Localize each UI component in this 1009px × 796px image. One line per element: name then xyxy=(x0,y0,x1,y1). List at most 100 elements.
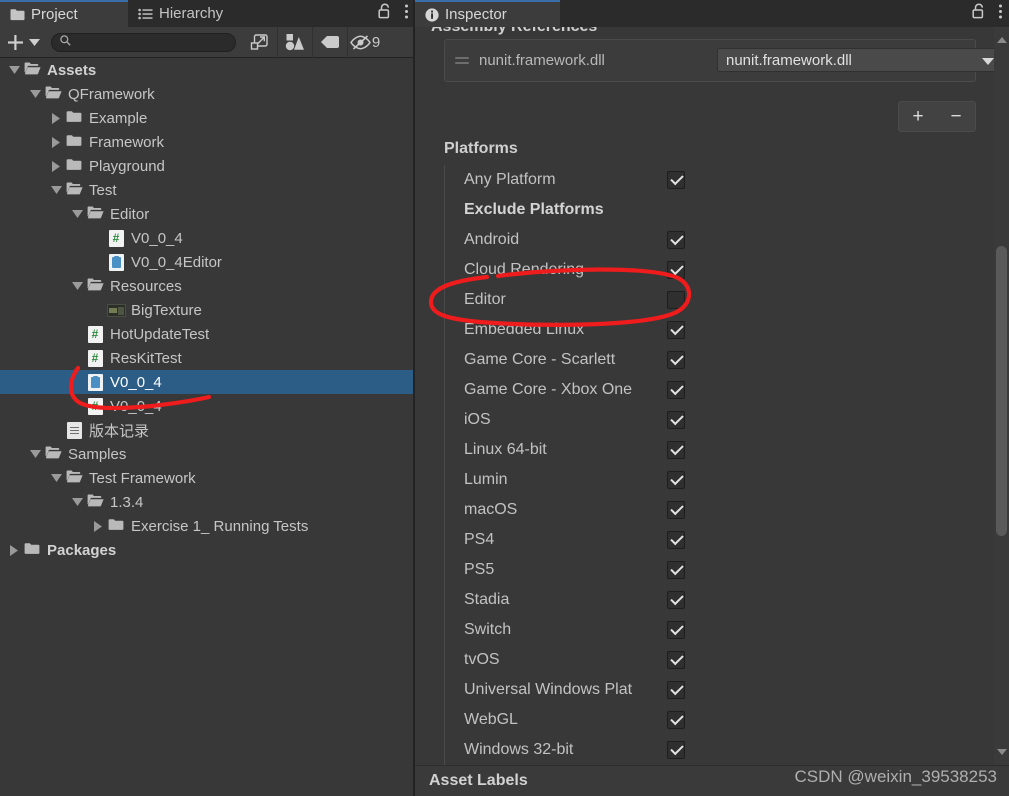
assembly-reference-row[interactable]: nunit.framework.dll nunit.framework.dll xyxy=(445,40,1003,81)
search-input-field[interactable] xyxy=(75,36,225,48)
kebab-menu-icon[interactable] xyxy=(998,3,1003,25)
platform-row[interactable]: Windows 32-bit xyxy=(444,735,976,765)
tree-row[interactable]: # HotUpdateTest xyxy=(0,322,413,346)
tree-row-label: Exercise 1_ Running Tests xyxy=(131,517,309,535)
platform-row[interactable]: Lumin xyxy=(444,465,976,495)
tree-row[interactable]: 版本记录 xyxy=(0,418,413,442)
tree-row[interactable]: V0_0_4 xyxy=(0,370,413,394)
platform-row[interactable]: PS5 xyxy=(444,555,976,585)
platform-row[interactable]: Any Platform xyxy=(444,165,976,195)
platform-checkbox[interactable] xyxy=(667,741,685,759)
twisty-open-icon[interactable] xyxy=(69,202,85,226)
inspector-scrollbar-thumb[interactable] xyxy=(996,246,1007,536)
twisty-open-icon[interactable] xyxy=(69,274,85,298)
twisty-closed-icon[interactable] xyxy=(48,154,64,178)
platform-checkbox[interactable] xyxy=(667,561,685,579)
tree-row[interactable]: Example xyxy=(0,106,413,130)
twisty-open-icon[interactable] xyxy=(48,178,64,202)
tree-row-label: 1.3.4 xyxy=(110,493,144,511)
platform-checkbox[interactable] xyxy=(667,501,685,519)
platform-row[interactable]: iOS xyxy=(444,405,976,435)
platform-checkbox[interactable] xyxy=(667,321,685,339)
platform-row[interactable]: Android xyxy=(444,225,976,255)
tree-row[interactable]: # ResKitTest xyxy=(0,346,413,370)
add-item-button[interactable]: + xyxy=(906,107,929,126)
create-asset-button[interactable] xyxy=(0,31,48,53)
twisty-open-icon[interactable] xyxy=(27,82,43,106)
platform-row[interactable]: WebGL xyxy=(444,705,976,735)
tree-row[interactable]: QFramework xyxy=(0,82,413,106)
platform-checkbox[interactable] xyxy=(667,291,685,309)
tree-row[interactable]: # V0_0_4 xyxy=(0,394,413,418)
remove-item-button[interactable]: − xyxy=(944,107,967,126)
platform-checkbox[interactable] xyxy=(667,351,685,369)
kebab-menu-icon[interactable] xyxy=(404,3,409,25)
platform-checkbox[interactable] xyxy=(667,411,685,429)
platform-checkbox[interactable] xyxy=(667,651,685,669)
project-asset-tree[interactable]: Assets QFramework Example Framework Playgrou… xyxy=(0,58,413,796)
tree-row[interactable]: Test Framework xyxy=(0,466,413,490)
tree-row[interactable]: Exercise 1_ Running Tests xyxy=(0,514,413,538)
platform-row[interactable]: Switch xyxy=(444,615,976,645)
twisty-closed-icon[interactable] xyxy=(6,538,22,562)
tab-inspector[interactable]: Inspector xyxy=(415,0,560,27)
platform-row[interactable]: Editor xyxy=(444,285,976,315)
twisty-closed-icon[interactable] xyxy=(48,130,64,154)
platform-row[interactable]: Universal Windows Plat xyxy=(444,675,976,705)
drag-handle-icon[interactable] xyxy=(455,57,469,64)
twisty-closed-icon[interactable] xyxy=(90,514,106,538)
inspector-scrollbar-track[interactable] xyxy=(995,41,1008,751)
platform-checkbox[interactable] xyxy=(667,591,685,609)
popout-window-icon[interactable] xyxy=(242,27,277,58)
platform-checkbox[interactable] xyxy=(667,621,685,639)
hidden-objects-toggle[interactable]: 9 xyxy=(347,26,382,58)
platform-checkbox[interactable] xyxy=(667,441,685,459)
tree-row[interactable]: Editor xyxy=(0,202,413,226)
platform-row[interactable]: Linux 64-bit xyxy=(444,435,976,465)
platform-row[interactable]: PS4 xyxy=(444,525,976,555)
triangle-down-icon[interactable] xyxy=(997,749,1007,755)
platform-checkbox[interactable] xyxy=(667,381,685,399)
twisty-open-icon[interactable] xyxy=(48,466,64,490)
folder-closed-icon xyxy=(66,134,82,151)
platform-row[interactable]: Embedded Linux xyxy=(444,315,976,345)
platform-checkbox[interactable] xyxy=(667,171,685,189)
tree-row[interactable]: Packages xyxy=(0,538,413,562)
platform-row[interactable]: Cloud Rendering xyxy=(444,255,976,285)
platform-row[interactable]: Game Core - Scarlett xyxy=(444,345,976,375)
platform-checkbox[interactable] xyxy=(667,531,685,549)
twisty-closed-icon[interactable] xyxy=(48,106,64,130)
platform-row[interactable]: Stadia xyxy=(444,585,976,615)
tree-row[interactable]: Framework xyxy=(0,130,413,154)
tree-row-label: V0_0_4 xyxy=(131,229,183,247)
platform-row[interactable]: macOS xyxy=(444,495,976,525)
shapes-filter-icon[interactable] xyxy=(277,26,312,58)
tab-hierarchy[interactable]: Hierarchy xyxy=(128,0,288,27)
tab-project[interactable]: Project xyxy=(0,0,128,27)
lock-open-icon[interactable] xyxy=(378,3,392,24)
tree-row[interactable]: # V0_0_4 xyxy=(0,226,413,250)
platform-checkbox[interactable] xyxy=(667,231,685,249)
tree-row[interactable]: Assets xyxy=(0,58,413,82)
assembly-reference-dropdown[interactable]: nunit.framework.dll xyxy=(717,48,1003,72)
twisty-open-icon[interactable] xyxy=(69,490,85,514)
twisty-open-icon[interactable] xyxy=(6,58,22,82)
platform-row[interactable]: tvOS xyxy=(444,645,976,675)
search-input[interactable] xyxy=(51,32,236,52)
tree-row[interactable]: Resources xyxy=(0,274,413,298)
platform-checkbox[interactable] xyxy=(667,711,685,729)
platform-checkbox[interactable] xyxy=(667,261,685,279)
twisty-open-icon[interactable] xyxy=(27,442,43,466)
tree-row[interactable]: 1.3.4 xyxy=(0,490,413,514)
platform-checkbox[interactable] xyxy=(667,681,685,699)
lock-open-icon[interactable] xyxy=(972,3,986,24)
platform-row[interactable]: Game Core - Xbox One xyxy=(444,375,976,405)
tree-row[interactable]: Samples xyxy=(0,442,413,466)
tree-row[interactable]: V0_0_4Editor xyxy=(0,250,413,274)
tree-row[interactable]: Test xyxy=(0,178,413,202)
platform-checkbox[interactable] xyxy=(667,471,685,489)
inspector-scrollbar[interactable] xyxy=(994,27,1009,765)
tag-filter-icon[interactable] xyxy=(312,26,347,58)
tree-row[interactable]: BigTexture xyxy=(0,298,413,322)
tree-row[interactable]: Playground xyxy=(0,154,413,178)
